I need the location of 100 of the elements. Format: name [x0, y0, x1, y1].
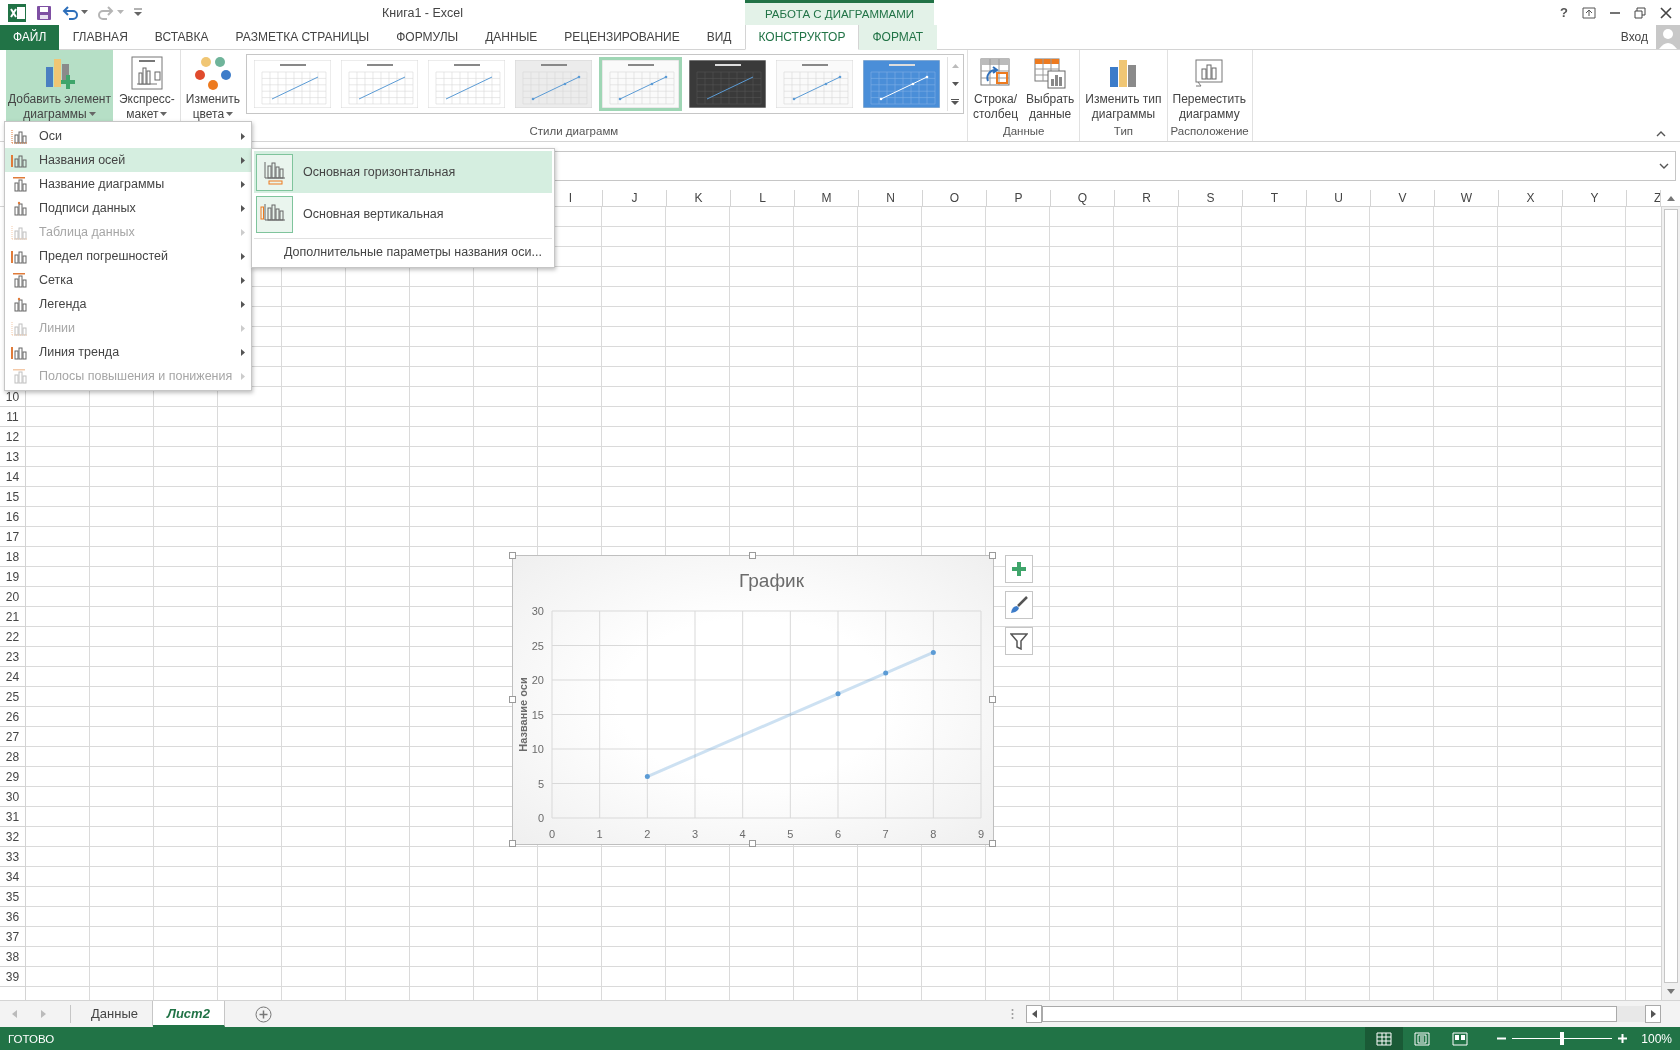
column-header[interactable]: U	[1334, 191, 1343, 205]
slider-thumb[interactable]	[1560, 1032, 1565, 1045]
row-header[interactable]: 34	[0, 867, 25, 887]
menu-item[interactable]: Названия осей	[5, 148, 251, 172]
row-header[interactable]: 38	[0, 947, 25, 967]
view-button[interactable]	[1365, 1027, 1404, 1050]
resize-handle[interactable]	[509, 840, 516, 847]
chart-filter-button[interactable]	[1005, 627, 1033, 655]
column-header[interactable]: W	[1460, 191, 1473, 205]
scroll-left-button[interactable]	[1026, 1005, 1042, 1023]
sheet-tab[interactable]: Лист2	[152, 1001, 225, 1027]
row-header[interactable]: 39	[0, 967, 25, 987]
column-header[interactable]: I	[568, 191, 573, 205]
ribbon-button[interactable]: Изменить тип диаграммы	[1083, 50, 1164, 122]
ribbon-button[interactable]: Переместить диаграмму	[1170, 50, 1249, 122]
column-header[interactable]: N	[886, 191, 895, 205]
save-button[interactable]	[36, 4, 52, 21]
collapse-ribbon-button[interactable]	[1656, 131, 1666, 137]
row-header[interactable]: 21	[0, 607, 25, 627]
row-header[interactable]: 36	[0, 907, 25, 927]
row-header[interactable]: 30	[0, 787, 25, 807]
column-header[interactable]: V	[1398, 191, 1407, 205]
ribbon-tab[interactable]: ВСТАВКА	[141, 25, 223, 50]
row-header[interactable]: 11	[0, 407, 25, 427]
column-header[interactable]: Q	[1077, 191, 1088, 205]
row-header[interactable]: 15	[0, 487, 25, 507]
column-header[interactable]: L	[759, 191, 766, 205]
row-header[interactable]: 18	[0, 547, 25, 567]
menu-item[interactable]: Название диаграммы	[5, 172, 251, 196]
ribbon-tab[interactable]: ФОРМАТ	[858, 25, 937, 50]
ribbon-tab[interactable]: ВИД	[693, 25, 745, 50]
column-header[interactable]: O	[949, 191, 960, 205]
chart-elements-button[interactable]	[1005, 555, 1033, 583]
row-header[interactable]: 28	[0, 747, 25, 767]
ribbon-button[interactable]: Экспресс- макет	[116, 50, 177, 122]
row-header[interactable]: 32	[0, 827, 25, 847]
column-header[interactable]: K	[694, 191, 703, 205]
menu-item[interactable]: Подписи данных	[5, 196, 251, 220]
restore-button[interactable]	[1634, 6, 1646, 19]
ribbon-button[interactable]: Изменить цвета	[183, 50, 242, 122]
row-header[interactable]: 37	[0, 927, 25, 947]
column-header[interactable]: M	[821, 191, 832, 205]
column-header[interactable]: T	[1270, 191, 1279, 205]
undo-button[interactable]	[62, 5, 88, 20]
customize-toolbar-button[interactable]	[134, 8, 142, 17]
row-header[interactable]: 16	[0, 507, 25, 527]
menu-item[interactable]: Предел погрешностей	[5, 244, 251, 268]
menu-item[interactable]: Основная горизонтальная	[254, 151, 552, 193]
resize-handle[interactable]	[989, 840, 996, 847]
minimize-button[interactable]	[1610, 11, 1620, 14]
row-header[interactable]: 33	[0, 847, 25, 867]
row-header[interactable]: 20	[0, 587, 25, 607]
ribbon-button[interactable]: Выбрать данные	[1024, 50, 1077, 122]
scroll-right-button[interactable]	[1645, 1005, 1661, 1023]
row-header[interactable]: 27	[0, 727, 25, 747]
column-header[interactable]: J	[631, 191, 638, 205]
resize-handle[interactable]	[509, 552, 516, 559]
column-header[interactable]: S	[1206, 191, 1215, 205]
resize-handle[interactable]	[989, 552, 996, 559]
row-header[interactable]: 26	[0, 707, 25, 727]
scrollbar-thumb[interactable]	[1664, 209, 1678, 983]
column-header[interactable]: X	[1526, 191, 1535, 205]
splitter-handle[interactable]	[1011, 1008, 1014, 1020]
ribbon-display-button[interactable]	[1582, 6, 1596, 19]
row-header[interactable]: 12	[0, 427, 25, 447]
column-header[interactable]: P	[1014, 191, 1023, 205]
row-header[interactable]: 29	[0, 767, 25, 787]
column-header[interactable]: Y	[1590, 191, 1599, 205]
zoom-in-button[interactable]	[1616, 1034, 1630, 1043]
sign-in-link[interactable]: Вход	[1620, 30, 1648, 44]
resize-handle[interactable]	[509, 696, 516, 703]
ribbon-tab[interactable]: РАЗМЕТКА СТРАНИЦЫ	[222, 25, 383, 50]
resize-handle[interactable]	[749, 552, 756, 559]
ribbon-tab[interactable]: ФАЙЛ	[0, 25, 60, 50]
column-header[interactable]: R	[1142, 191, 1151, 205]
resize-handle[interactable]	[749, 840, 756, 847]
row-header[interactable]: 25	[0, 687, 25, 707]
ribbon-button[interactable]: Добавить элемент диаграммы	[6, 50, 113, 122]
ribbon-tab[interactable]: РЕЦЕНЗИРОВАНИЕ	[550, 25, 694, 50]
row-header[interactable]: 31	[0, 807, 25, 827]
help-button[interactable]: ?	[1560, 5, 1568, 20]
row-header[interactable]: 17	[0, 527, 25, 547]
ribbon-tab[interactable]: КОНСТРУКТОР	[745, 25, 859, 50]
menu-item[interactable]: Основная вертикальная	[254, 193, 552, 235]
row-header[interactable]: 22	[0, 627, 25, 647]
zoom-level[interactable]: 100%	[1629, 1031, 1680, 1046]
resize-handle[interactable]	[989, 696, 996, 703]
row-header[interactable]: 23	[0, 647, 25, 667]
row-header[interactable]: 24	[0, 667, 25, 687]
ribbon-tab[interactable]: ДАННЫЕ	[471, 25, 551, 50]
row-header[interactable]: 35	[0, 887, 25, 907]
chart-styles-button[interactable]	[1005, 591, 1033, 619]
scrollbar-thumb[interactable]	[1042, 1006, 1617, 1022]
row-header[interactable]: 14	[0, 467, 25, 487]
menu-item[interactable]: Дополнительные параметры названия оси...	[254, 238, 552, 265]
ribbon-tab[interactable]: ФОРМУЛЫ	[382, 25, 472, 50]
ribbon-tab[interactable]: ГЛАВНАЯ	[59, 25, 142, 50]
menu-item[interactable]: Оси	[5, 124, 251, 148]
row-header[interactable]: 19	[0, 567, 25, 587]
menu-item[interactable]: Сетка	[5, 268, 251, 292]
